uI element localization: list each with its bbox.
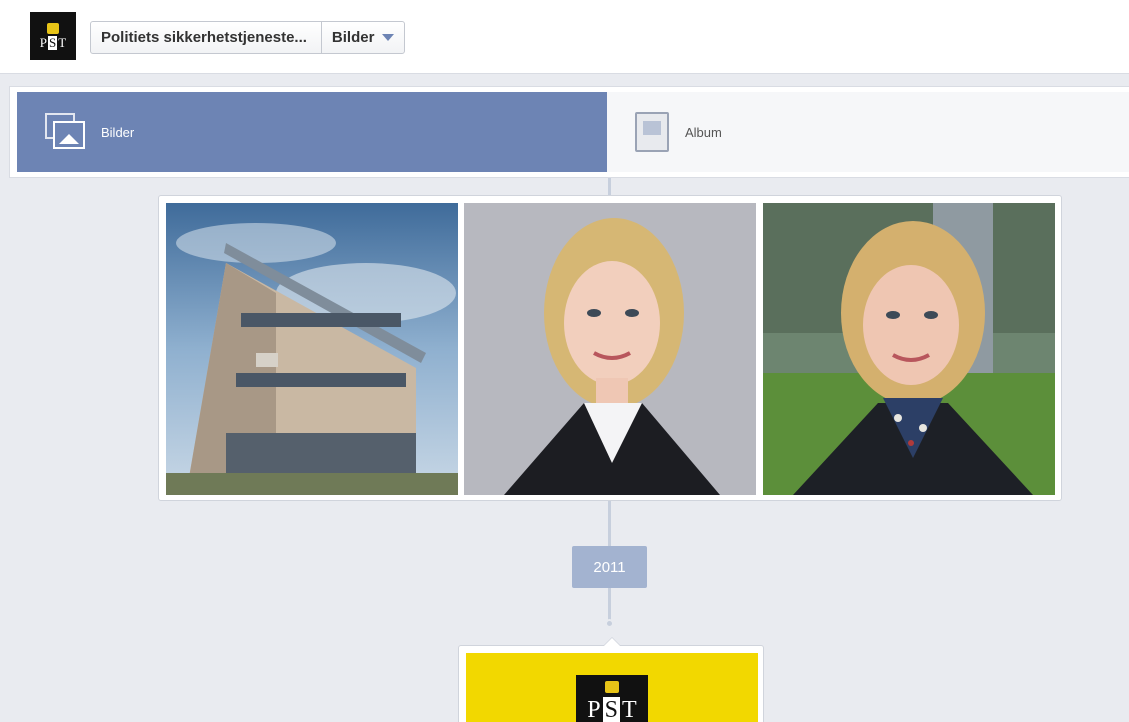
pst-logo: P S T: [576, 675, 648, 722]
page-name-link[interactable]: Politiets sikkerhetstjeneste...: [91, 22, 322, 53]
lion-emblem-icon: [605, 681, 619, 693]
photos-icon: [45, 113, 85, 151]
photos-tabs: Bilder Album: [9, 86, 1129, 178]
section-label: Bilder: [331, 29, 375, 46]
album-icon: [635, 112, 669, 152]
timeline-line-middle: [608, 501, 611, 546]
timeline-dot: [605, 619, 614, 628]
photo-portrait-1[interactable]: [464, 203, 756, 495]
post-cover-image[interactable]: P S T: [466, 653, 758, 722]
lion-emblem-icon: [47, 22, 59, 34]
logo-letter-s: S: [48, 34, 58, 50]
timeline-post-card[interactable]: P S T: [458, 637, 764, 722]
logo-letter-t: T: [58, 34, 67, 50]
photo-building[interactable]: [166, 203, 458, 495]
post-logo-letters: P S T: [587, 697, 637, 722]
tab-bilder[interactable]: Bilder: [17, 92, 607, 172]
page-logo[interactable]: P S T: [30, 12, 76, 60]
page-section-selector: Politiets sikkerhetstjeneste... Bilder: [90, 21, 406, 54]
section-dropdown[interactable]: Bilder: [322, 22, 405, 53]
timeline-line-top: [608, 178, 611, 196]
timeline-line-lower: [608, 588, 611, 623]
photo-portrait-2[interactable]: [763, 203, 1055, 495]
post-logo-letter-t: T: [622, 697, 637, 722]
photo-grid-card: [158, 195, 1062, 501]
logo-letters: P S T: [39, 34, 67, 50]
tab-album[interactable]: Album: [607, 92, 1129, 172]
top-bar: P S T Politiets sikkerhetstjeneste... Bi…: [0, 0, 1129, 74]
timeline-year-badge[interactable]: 2011: [572, 546, 647, 588]
tab-album-label: Album: [685, 124, 722, 140]
post-logo-letter-s: S: [602, 697, 621, 722]
logo-letter-p: P: [39, 34, 48, 50]
tab-bilder-label: Bilder: [101, 124, 135, 140]
chevron-down-icon: [382, 34, 395, 41]
post-logo-letter-p: P: [587, 697, 601, 722]
